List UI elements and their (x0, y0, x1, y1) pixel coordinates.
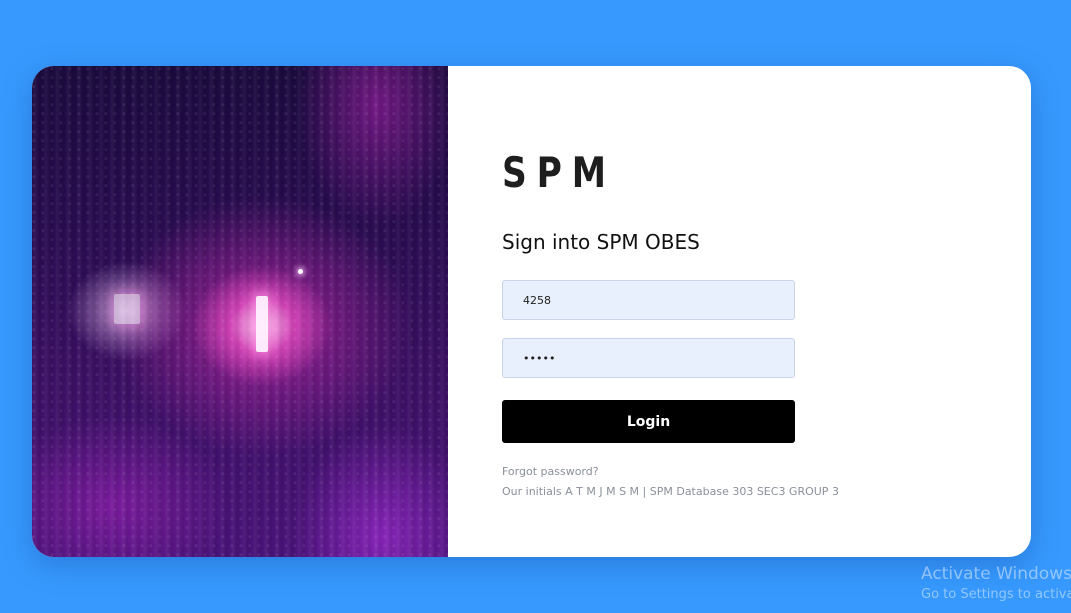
login-form: SPM Sign into SPM OBES Login Forgot pass… (502, 66, 1002, 557)
activate-windows-watermark: Activate Windows Go to Settings to activ… (921, 563, 1071, 605)
light-glint (256, 296, 268, 352)
light-glint-left (114, 294, 140, 324)
forgot-password-link[interactable]: Forgot password? (502, 465, 599, 478)
login-card: SPM Sign into SPM OBES Login Forgot pass… (32, 66, 1031, 557)
rain-texture (32, 66, 448, 557)
light-dot (298, 269, 303, 274)
password-input[interactable] (502, 338, 795, 378)
username-input[interactable] (502, 280, 795, 320)
watermark-title: Activate Windows (921, 564, 1071, 584)
footer-text: Our initials A T M J M S M | SPM Databas… (502, 485, 839, 498)
brand-logo: SPM (502, 148, 616, 197)
watermark-subtitle: Go to Settings to activate Windows. (921, 587, 1071, 602)
page-title: Sign into SPM OBES (502, 230, 700, 254)
rain-window-photo (32, 66, 448, 557)
login-button[interactable]: Login (502, 400, 795, 443)
